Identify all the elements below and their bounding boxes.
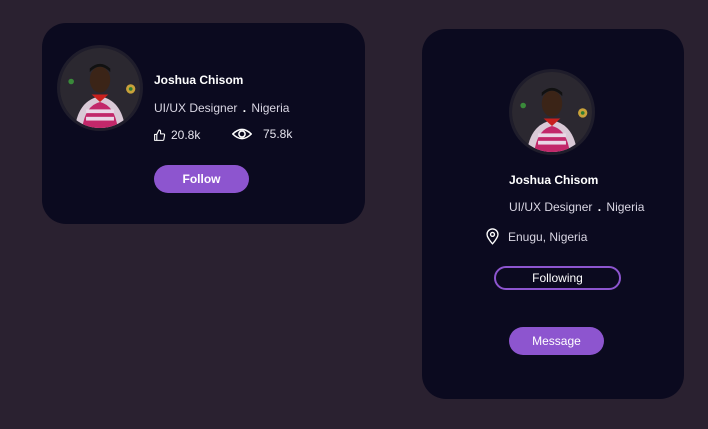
- eye-icon: [232, 128, 252, 140]
- role-separator: .: [242, 101, 247, 115]
- profile-role: UI/UX Designer . Nigeria: [154, 101, 289, 115]
- role-country: Nigeria: [251, 101, 290, 115]
- avatar-portrait-icon: [60, 48, 140, 128]
- profile-role: UI/UX Designer . Nigeria: [509, 200, 644, 214]
- thumbs-up-icon: [154, 129, 166, 141]
- profile-name: Joshua Chisom: [154, 73, 244, 87]
- avatar: [57, 45, 143, 131]
- role-title: UI/UX Designer: [509, 200, 593, 214]
- profile-card-detailed: Joshua Chisom UI/UX Designer . Nigeria E…: [422, 29, 684, 399]
- views-stat: 75.8k: [232, 127, 292, 141]
- location-pin-icon: [486, 228, 499, 245]
- likes-stat: 20.8k: [153, 128, 200, 142]
- location-row: Enugu, Nigeria: [485, 228, 587, 245]
- follow-button[interactable]: Follow: [154, 165, 249, 193]
- role-title: UI/UX Designer: [154, 101, 238, 115]
- following-button[interactable]: Following: [494, 266, 621, 290]
- role-separator: .: [597, 200, 602, 214]
- location-text: Enugu, Nigeria: [508, 229, 588, 244]
- avatar: [509, 69, 595, 155]
- likes-count: 20.8k: [171, 128, 201, 142]
- profile-card-compact: Joshua Chisom UI/UX Designer . Nigeria 2…: [42, 23, 365, 224]
- profile-cards-stage: Joshua Chisom UI/UX Designer . Nigeria 2…: [0, 0, 708, 429]
- avatar-portrait-icon: [512, 72, 592, 152]
- profile-name: Joshua Chisom: [509, 173, 599, 187]
- role-country: Nigeria: [606, 200, 645, 214]
- views-count: 75.8k: [263, 127, 293, 141]
- message-button[interactable]: Message: [509, 327, 604, 355]
